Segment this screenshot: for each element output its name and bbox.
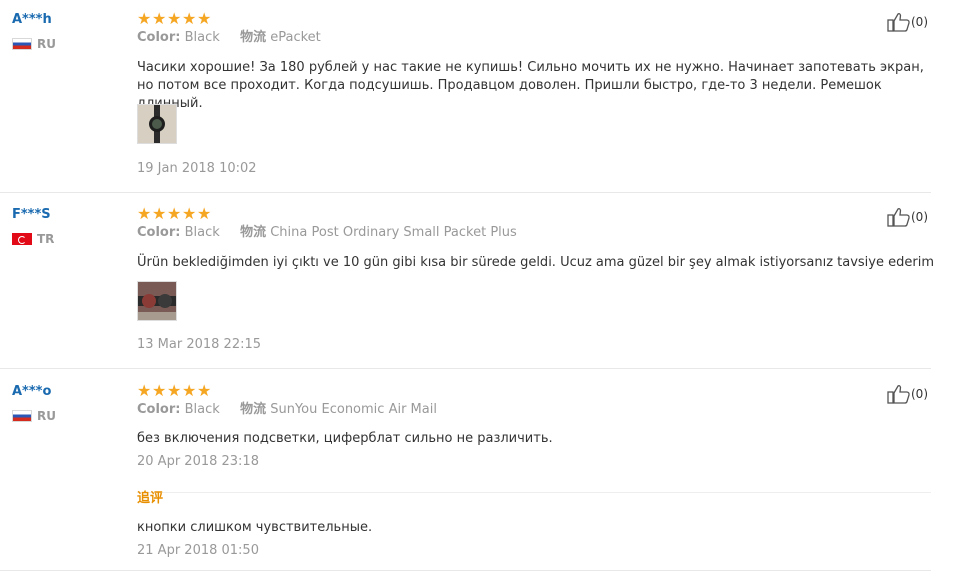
review-list: A***h RU ★★★★★ Color: Black 物流 ePacket Ч…	[0, 0, 959, 571]
additional-review-label: 追评	[137, 491, 164, 506]
star-icon: ★	[182, 9, 197, 28]
order-info: Color: Black 物流 ePacket	[137, 28, 321, 48]
color-value: Black	[184, 30, 220, 45]
star-rating: ★★★★★	[137, 9, 212, 28]
shipping-value: China Post Ordinary Small Packet Plus	[270, 225, 517, 240]
russia-flag-icon	[12, 410, 32, 422]
review-date: 20 Apr 2018 23:18	[137, 454, 259, 469]
star-icon: ★	[167, 204, 182, 223]
reviewer-country: RU	[12, 410, 56, 422]
color-value: Black	[184, 402, 220, 417]
color-value: Black	[184, 225, 220, 240]
star-icon: ★	[152, 204, 167, 223]
star-icon: ★	[182, 204, 197, 223]
star-rating: ★★★★★	[137, 204, 212, 223]
color-label: Color:	[137, 225, 181, 240]
country-code: RU	[37, 409, 56, 423]
review-item: A***o RU ★★★★★ Color: Black 物流 SunYou Ec…	[0, 381, 931, 571]
turkey-flag-icon	[12, 233, 32, 245]
star-rating: ★★★★★	[137, 381, 212, 400]
helpful-count: (0)	[911, 15, 928, 29]
shipping-value: SunYou Economic Air Mail	[270, 402, 437, 417]
star-icon: ★	[197, 381, 212, 400]
star-icon: ★	[137, 381, 152, 400]
review-photo[interactable]	[137, 281, 177, 321]
order-info: Color: Black 物流 China Post Ordinary Smal…	[137, 223, 517, 243]
color-label: Color:	[137, 30, 181, 45]
star-icon: ★	[197, 9, 212, 28]
helpful-button[interactable]: (0)	[887, 207, 928, 227]
thumbs-up-icon[interactable]	[887, 12, 911, 32]
star-icon: ★	[152, 381, 167, 400]
color-label: Color:	[137, 402, 181, 417]
reviewer-info: F***S TR	[12, 207, 122, 245]
review-text: без включения подсветки, циферблат сильн…	[137, 431, 553, 446]
thumbs-up-icon[interactable]	[887, 207, 911, 227]
shipping-label: 物流	[240, 30, 267, 45]
reviewer-name: A***o	[12, 384, 52, 399]
country-code: TR	[37, 232, 55, 246]
review-photo[interactable]	[137, 104, 177, 144]
order-info: Color: Black 物流 SunYou Economic Air Mail	[137, 400, 437, 420]
helpful-button[interactable]: (0)	[887, 12, 928, 32]
shipping-value: ePacket	[270, 30, 321, 45]
reviewer-info: A***h RU	[12, 12, 122, 50]
shipping-label: 物流	[240, 402, 267, 417]
star-icon: ★	[137, 9, 152, 28]
additional-review-text: кнопки слишком чувствительные.	[137, 520, 373, 535]
thumbs-up-icon[interactable]	[887, 384, 911, 404]
reviewer-name: F***S	[12, 207, 51, 222]
additional-review-date: 21 Apr 2018 01:50	[137, 543, 259, 558]
helpful-count: (0)	[911, 387, 928, 401]
star-icon: ★	[137, 204, 152, 223]
helpful-count: (0)	[911, 210, 928, 224]
star-icon: ★	[182, 381, 197, 400]
russia-flag-icon	[12, 38, 32, 50]
star-icon: ★	[152, 9, 167, 28]
shipping-label: 物流	[240, 225, 267, 240]
reviewer-country: TR	[12, 233, 54, 245]
review-date: 19 Jan 2018 10:02	[137, 161, 257, 176]
additional-review-divider	[137, 492, 931, 493]
country-code: RU	[37, 37, 56, 51]
review-date: 13 Mar 2018 22:15	[137, 337, 262, 352]
reviewer-name: A***h	[12, 12, 52, 27]
star-icon: ★	[167, 9, 182, 28]
reviewer-info: A***o RU	[12, 384, 122, 422]
review-text: Часики хорошие! За 180 рублей у нас таки…	[137, 60, 924, 111]
reviewer-country: RU	[12, 38, 56, 50]
star-icon: ★	[167, 381, 182, 400]
star-icon: ★	[197, 204, 212, 223]
helpful-button[interactable]: (0)	[887, 384, 928, 404]
review-text: Ürün beklediğimden iyi çıktı ve 10 gün g…	[137, 255, 934, 270]
review-item: A***h RU ★★★★★ Color: Black 物流 ePacket Ч…	[0, 9, 931, 193]
review-item: F***S TR ★★★★★ Color: Black 物流 China Pos…	[0, 204, 934, 369]
